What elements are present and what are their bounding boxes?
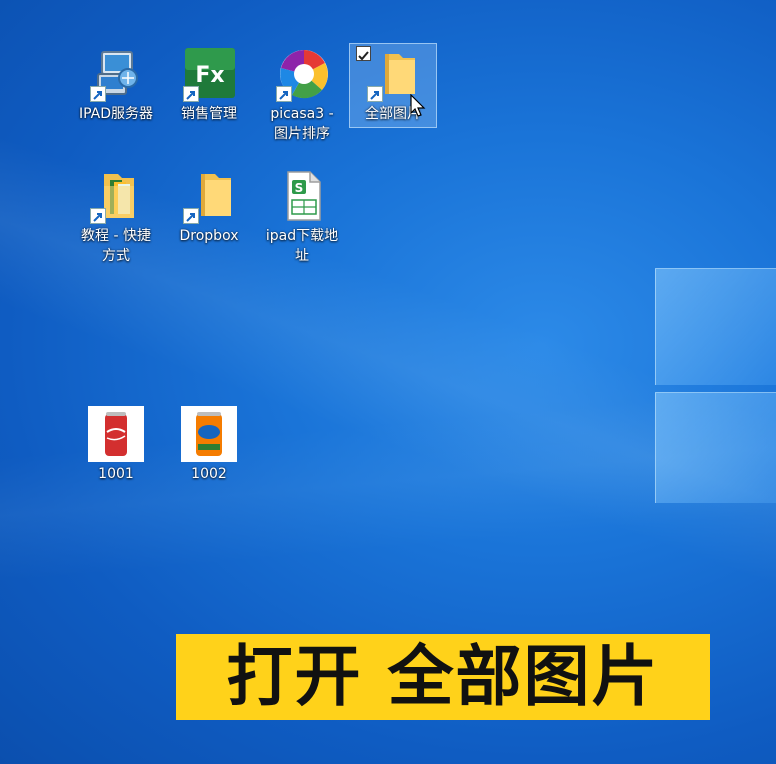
coca-cola-can-icon bbox=[88, 406, 144, 462]
icon-label: 1001 bbox=[98, 466, 134, 482]
desktop-icon-dropbox[interactable]: Dropbox bbox=[169, 168, 249, 246]
icon-label: ipad下载地址 bbox=[265, 228, 339, 264]
wallpaper-pane-bottom bbox=[655, 392, 776, 503]
mouse-cursor-icon bbox=[410, 93, 426, 122]
shortcut-arrow-icon bbox=[90, 208, 106, 224]
icon-label: 销售管理 bbox=[181, 106, 237, 122]
desktop-icon-image-1001[interactable]: 1001 bbox=[76, 406, 156, 484]
desktop-icon-tutorial-shortcut[interactable]: 教程 - 快捷方式 bbox=[76, 168, 156, 266]
desktop-icon-sales-management[interactable]: Fx 销售管理 bbox=[169, 46, 249, 124]
video-caption: 打开 全部图片 bbox=[176, 634, 710, 720]
fx-app-icon: Fx bbox=[181, 46, 237, 102]
book-folder-icon bbox=[88, 168, 144, 224]
folder-icon bbox=[181, 168, 237, 224]
svg-text:S: S bbox=[295, 181, 304, 195]
shortcut-arrow-icon bbox=[183, 208, 199, 224]
icon-label: Dropbox bbox=[179, 228, 239, 244]
shortcut-arrow-icon bbox=[90, 86, 106, 102]
desktop-icon-ipad-server[interactable]: IPAD服务器 bbox=[76, 46, 156, 124]
spreadsheet-icon: S bbox=[274, 168, 330, 224]
server-icon bbox=[88, 46, 144, 102]
shortcut-arrow-icon bbox=[183, 86, 199, 102]
icon-label: 教程 - 快捷方式 bbox=[81, 228, 151, 264]
fanta-can-icon bbox=[181, 406, 237, 462]
wallpaper-pane-top bbox=[655, 268, 776, 385]
shortcut-arrow-icon bbox=[367, 86, 383, 102]
icon-label: IPAD服务器 bbox=[78, 106, 154, 122]
desktop-icon-picasa[interactable]: picasa3 - 图片排序 bbox=[262, 46, 342, 144]
icon-label: 1002 bbox=[191, 466, 227, 482]
shortcut-arrow-icon bbox=[276, 86, 292, 102]
desktop-icon-ipad-download[interactable]: S ipad下载地址 bbox=[262, 168, 342, 266]
desktop-icon-image-1002[interactable]: 1002 bbox=[169, 406, 249, 484]
icon-label: picasa3 - 图片排序 bbox=[270, 106, 334, 142]
svg-text:Fx: Fx bbox=[195, 63, 224, 88]
picasa-icon bbox=[274, 46, 330, 102]
